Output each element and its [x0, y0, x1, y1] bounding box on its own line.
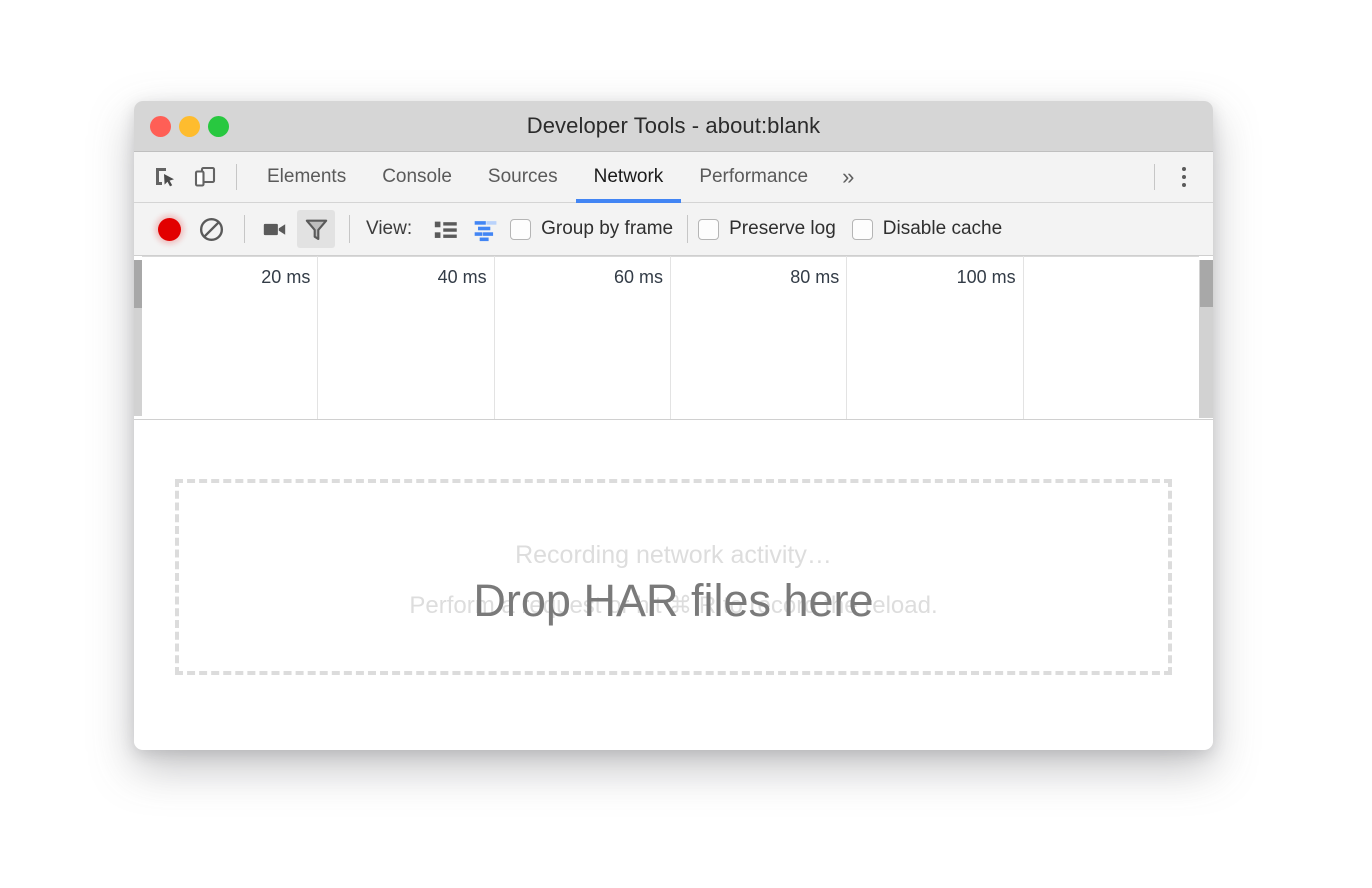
waterfall-view-icon	[473, 216, 502, 243]
tabstrip-right-group	[1140, 152, 1213, 202]
clear-button[interactable]	[192, 210, 230, 248]
devtools-tabs: Elements Console Sources Network Perform…	[249, 152, 870, 202]
tab-overflow-button[interactable]: »	[826, 152, 870, 202]
tab-network[interactable]: Network	[576, 152, 682, 202]
filter-button[interactable]	[297, 210, 335, 248]
disable-cache-label: Disable cache	[883, 218, 1002, 240]
zoom-window-button[interactable]	[208, 116, 229, 137]
traffic-lights	[150, 101, 229, 152]
timeline-tick-label: 40 ms	[438, 267, 487, 288]
group-by-frame-checkbox-wrap[interactable]: Group by frame	[510, 218, 673, 240]
list-view-icon	[432, 216, 459, 243]
timeline-ruler: 20 ms 40 ms 60 ms 80 ms 100 ms	[142, 256, 1199, 419]
minimize-window-button[interactable]	[179, 116, 200, 137]
tab-elements[interactable]: Elements	[249, 152, 364, 202]
tabstrip-right-divider	[1154, 164, 1155, 190]
view-list-button[interactable]	[426, 210, 464, 248]
tabstrip-divider	[236, 164, 237, 190]
toolbar-divider-3	[687, 215, 688, 243]
view-label: View:	[366, 218, 412, 240]
timeline-tick: 80 ms	[671, 256, 847, 419]
requests-pane: Recording network activity… Perform a re…	[134, 420, 1213, 749]
network-toolbar: View:	[134, 203, 1213, 256]
timeline-tick: 20 ms	[142, 256, 318, 419]
overview-left-scrollbar[interactable]	[134, 260, 142, 416]
timeline-tick-label: 60 ms	[614, 267, 663, 288]
tabstrip-left-icons	[148, 152, 232, 202]
tab-sources[interactable]: Sources	[470, 152, 576, 202]
more-options-button[interactable]	[1169, 160, 1199, 194]
clear-icon	[198, 216, 225, 243]
drop-har-text: Drop HAR files here	[179, 575, 1168, 627]
toolbar-divider-2	[349, 215, 350, 243]
tab-performance[interactable]: Performance	[681, 152, 826, 202]
timeline-tick: 100 ms	[847, 256, 1023, 419]
record-button[interactable]	[150, 210, 188, 248]
more-options-icon-dot	[1182, 167, 1186, 171]
more-options-icon-dot	[1182, 175, 1186, 179]
overview-right-scrollbar-thumb[interactable]	[1200, 260, 1213, 307]
preserve-log-label: Preserve log	[729, 218, 836, 240]
screen: Developer Tools - about:blank	[0, 0, 1372, 888]
group-by-frame-checkbox[interactable]	[510, 219, 531, 240]
devtools-tabstrip: Elements Console Sources Network Perform…	[134, 152, 1213, 203]
window-titlebar: Developer Tools - about:blank	[134, 101, 1213, 152]
toolbar-divider-1	[244, 215, 245, 243]
device-toolbar-icon	[193, 165, 217, 189]
overview-left-scrollbar-thumb[interactable]	[134, 260, 142, 308]
group-by-frame-label: Group by frame	[541, 218, 673, 240]
record-icon	[158, 218, 181, 241]
preserve-log-checkbox[interactable]	[698, 219, 719, 240]
devtools-window: Developer Tools - about:blank	[134, 101, 1213, 750]
har-dropzone[interactable]: Drop HAR files here	[175, 479, 1172, 675]
disable-cache-checkbox-wrap[interactable]: Disable cache	[852, 218, 1002, 240]
capture-screenshots-button[interactable]	[255, 210, 293, 248]
more-options-icon-dot	[1182, 183, 1186, 187]
tab-console[interactable]: Console	[364, 152, 470, 202]
view-waterfall-button[interactable]	[468, 210, 506, 248]
close-window-button[interactable]	[150, 116, 171, 137]
timeline-tick-label: 80 ms	[790, 267, 839, 288]
device-toolbar-button[interactable]	[188, 160, 222, 194]
timeline-tick-label: 100 ms	[957, 267, 1016, 288]
preserve-log-checkbox-wrap[interactable]: Preserve log	[698, 218, 836, 240]
timeline-tick: 60 ms	[495, 256, 671, 419]
timeline-tick: 40 ms	[318, 256, 494, 419]
inspect-element-icon	[153, 165, 177, 189]
network-overview: 20 ms 40 ms 60 ms 80 ms 100 ms	[134, 256, 1213, 420]
inspect-element-button[interactable]	[148, 160, 182, 194]
window-title: Developer Tools - about:blank	[134, 113, 1213, 139]
timeline-tick	[1024, 256, 1199, 419]
filter-icon	[303, 216, 330, 243]
disable-cache-checkbox[interactable]	[852, 219, 873, 240]
overview-right-scrollbar[interactable]	[1199, 260, 1213, 418]
timeline-tick-label: 20 ms	[261, 267, 310, 288]
camera-icon	[261, 216, 288, 243]
